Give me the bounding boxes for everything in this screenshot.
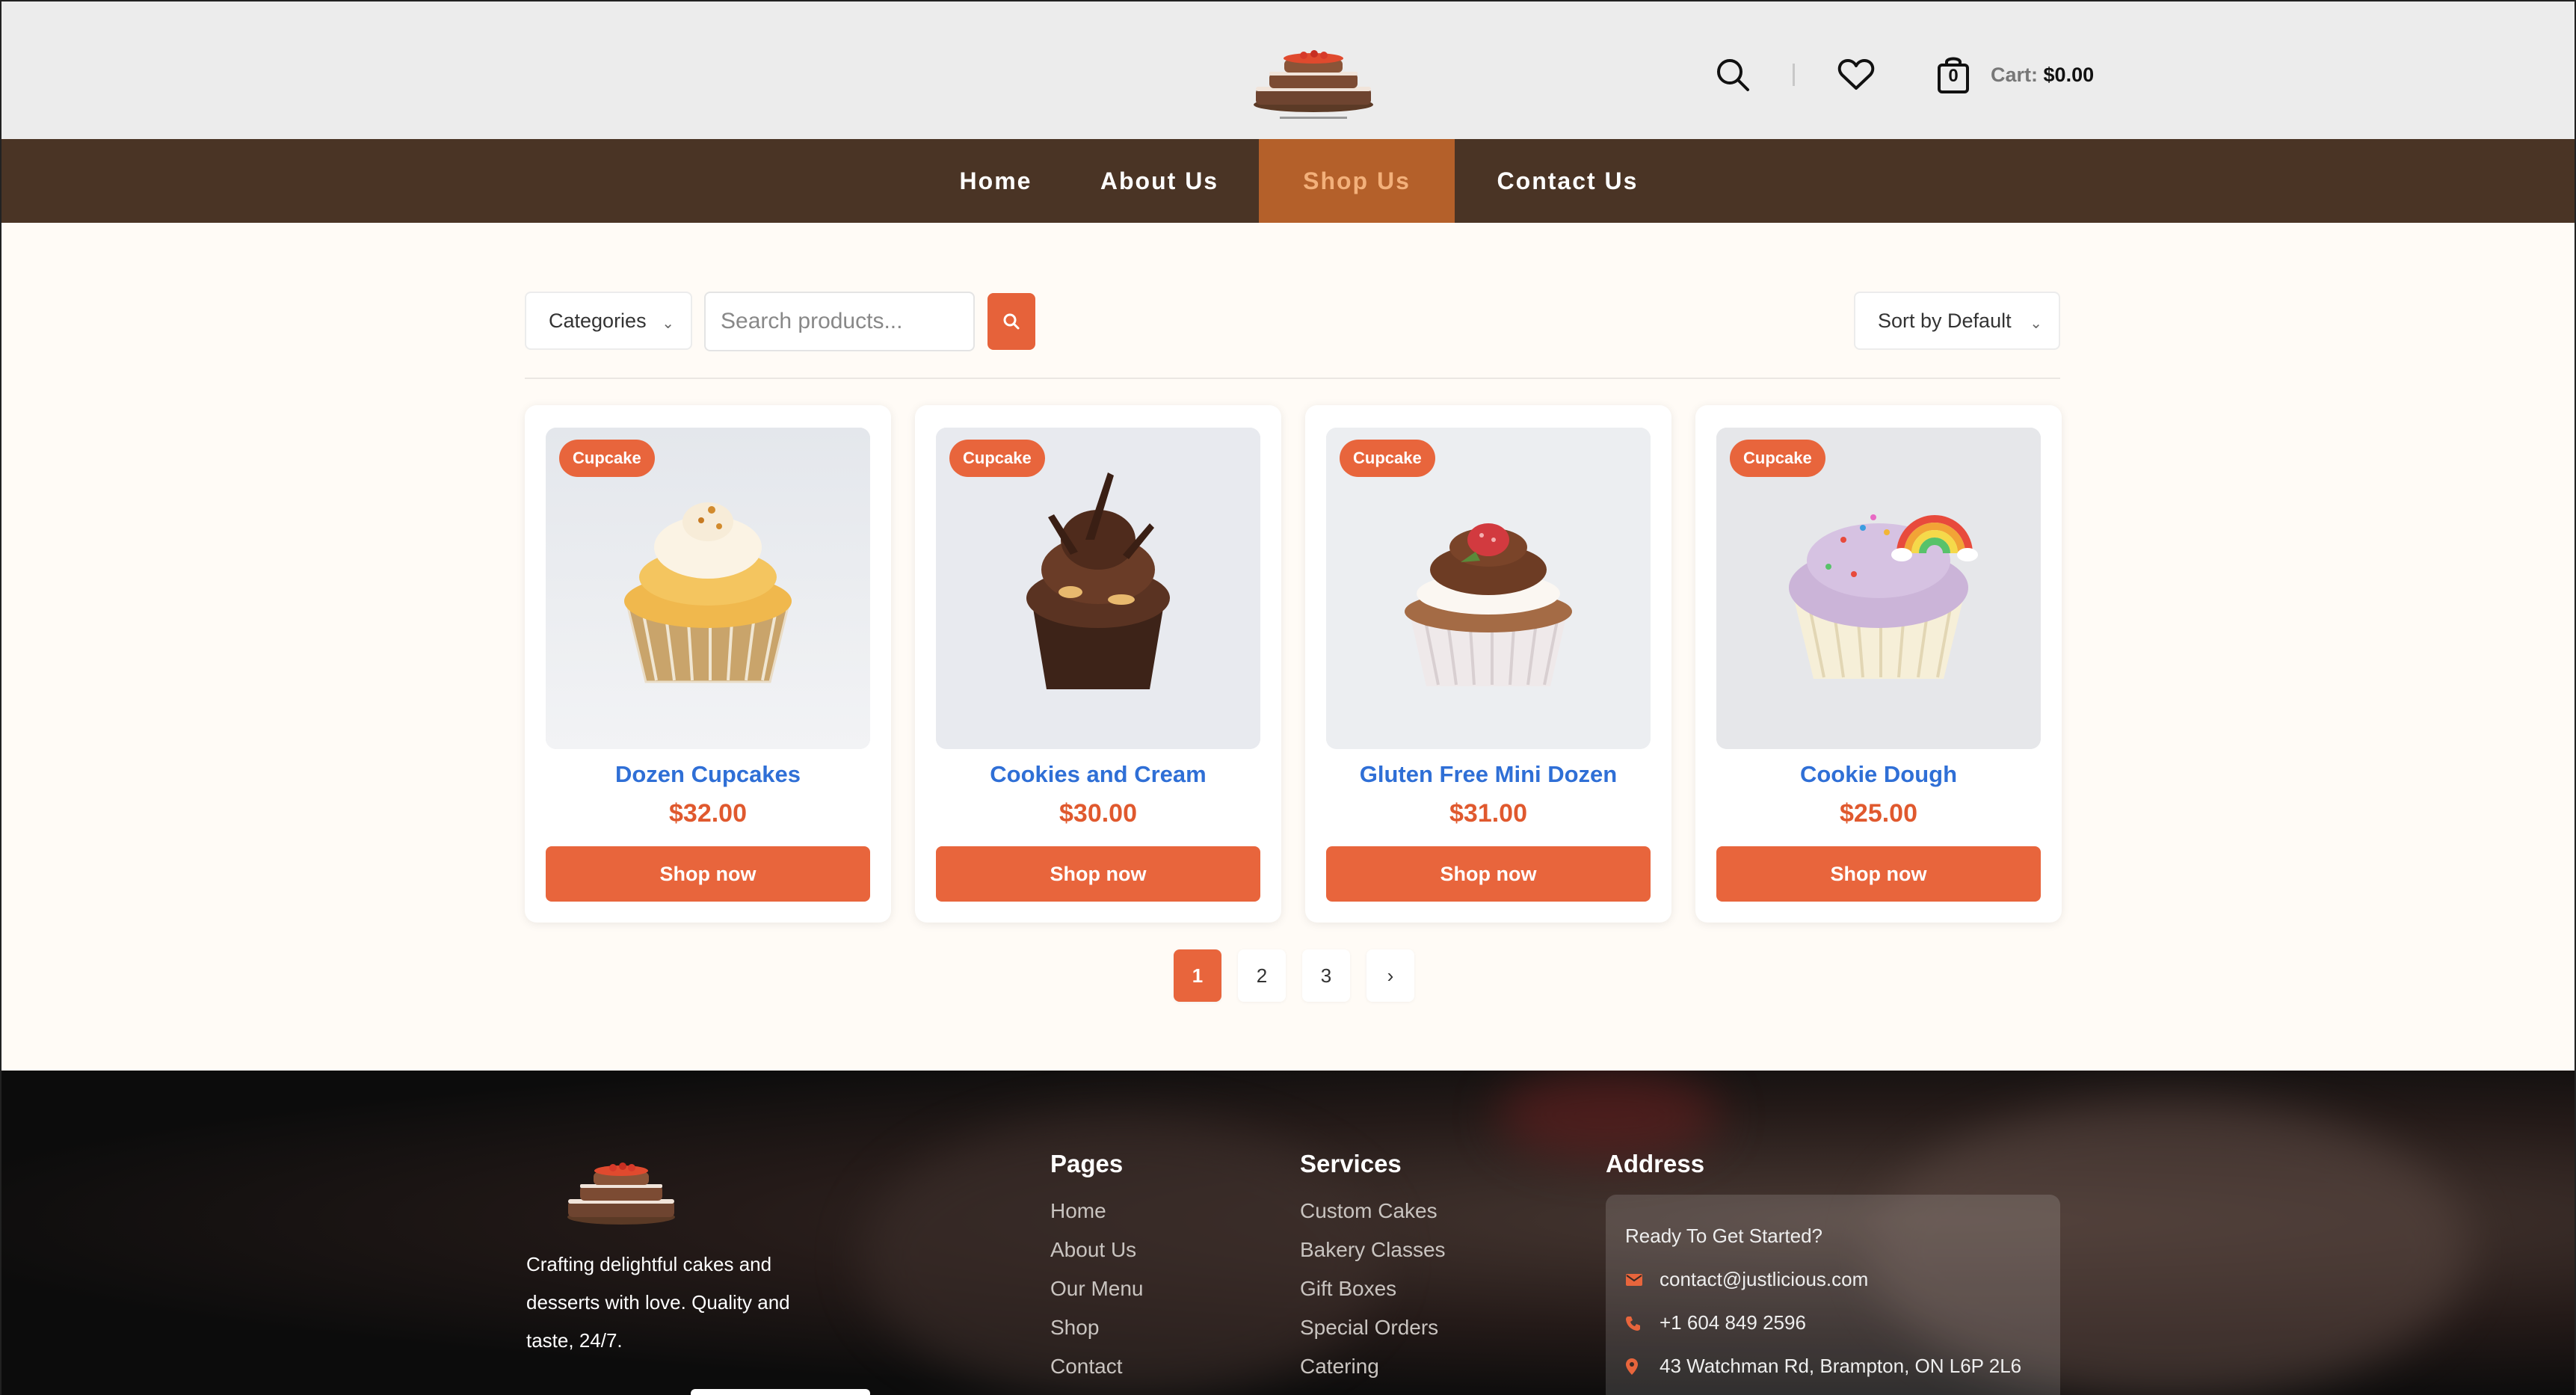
envelope-icon (1625, 1273, 1646, 1287)
product-price: $30.00 (1059, 799, 1137, 828)
product-price: $31.00 (1449, 799, 1527, 828)
categories-dropdown[interactable]: Categories ⌄ (525, 292, 692, 350)
contact-box: Ready To Get Started? contact@justliciou… (1606, 1195, 2060, 1395)
product-card: Cupcake Cookie Dough $25.00 Shop now (1695, 405, 2062, 923)
footer-link-custom-cakes[interactable]: Custom Cakes (1300, 1192, 1446, 1231)
product-image[interactable]: Cupcake (546, 428, 870, 749)
search-submit-button[interactable] (987, 293, 1035, 350)
product-image[interactable]: Cupcake (936, 428, 1260, 749)
shop-now-button[interactable]: Shop now (936, 846, 1260, 902)
product-card: Cupcake Gluten Free Mini Dozen $31.00 Sh… (1305, 405, 1671, 923)
sort-label: Sort by Default (1878, 309, 2012, 332)
chevron-down-icon: ⌄ (2030, 315, 2042, 332)
product-search-input[interactable] (704, 292, 975, 351)
cart-count: 0 (1948, 66, 1959, 86)
category-badge: Cupcake (1340, 440, 1435, 477)
nav-contact-us[interactable]: Contact Us (1455, 139, 1680, 223)
shop-now-button[interactable]: Shop now (546, 846, 870, 902)
pagination: 1 2 3 › (1174, 949, 1431, 1002)
chevron-down-icon: ⌄ (662, 315, 674, 332)
footer-address-column: Address (1606, 1150, 1704, 1192)
toolbar-divider (525, 378, 2060, 379)
footer-link-our-menu[interactable]: Our Menu (1050, 1269, 1144, 1308)
footer-bg-decoration (1497, 1071, 1721, 1160)
product-title[interactable]: Gluten Free Mini Dozen (1305, 761, 1671, 788)
product-image[interactable]: Cupcake (1326, 428, 1651, 749)
contact-email-row[interactable]: contact@justlicious.com (1625, 1268, 1868, 1291)
footer-pages-column: Pages Home About Us Our Menu Shop Contac… (1050, 1150, 1144, 1386)
shop-now-button[interactable]: Shop now (1326, 846, 1651, 902)
contact-location-row[interactable]: 43 Watchman Rd, Brampton, ON L6P 2L6 (1625, 1355, 2021, 1378)
footer-link-special-orders[interactable]: Special Orders (1300, 1308, 1446, 1347)
contact-phone: +1 604 849 2596 (1660, 1311, 1806, 1334)
cart-total: $0.00 (2043, 63, 2095, 86)
footer-link-shop[interactable]: Shop (1050, 1308, 1144, 1347)
cake-logo[interactable] (1250, 46, 1377, 124)
top-header: 0 Cart: $0.00 (1, 1, 2575, 139)
cart-summary[interactable]: Cart: $0.00 (1991, 64, 2094, 87)
shopping-bag-icon[interactable]: 0 (1926, 48, 1980, 102)
contact-intro: Ready To Get Started? (1625, 1225, 1823, 1247)
footer-link-about-us[interactable]: About Us (1050, 1231, 1144, 1269)
map-pin-icon (1625, 1358, 1646, 1376)
cart-label: Cart: (1991, 63, 2039, 86)
shop-toolbar: Categories ⌄ Sort by Default ⌄ (525, 292, 2060, 351)
contact-location: 43 Watchman Rd, Brampton, ON L6P 2L6 (1660, 1355, 2022, 1377)
footer-pages-title: Pages (1050, 1150, 1124, 1177)
contact-email: contact@justlicious.com (1660, 1268, 1869, 1290)
footer-link-contact[interactable]: Contact (1050, 1347, 1144, 1386)
product-image[interactable]: Cupcake (1716, 428, 2041, 749)
footer-services-title: Services (1300, 1150, 1402, 1177)
nav-shop-us[interactable]: Shop Us (1259, 139, 1455, 223)
product-title[interactable]: Dozen Cupcakes (525, 761, 891, 788)
search-icon[interactable] (1706, 48, 1760, 102)
phone-icon (1625, 1315, 1646, 1331)
footer-address-title: Address (1606, 1150, 1705, 1177)
nav-home[interactable]: Home (931, 139, 1060, 223)
footer-link-bakery-classes[interactable]: Bakery Classes (1300, 1231, 1446, 1269)
nav-about-us[interactable]: About Us (1060, 139, 1259, 223)
page-1-button[interactable]: 1 (1174, 949, 1221, 1002)
product-price: $32.00 (669, 799, 747, 828)
footer-about-text: Crafting delightful cakes and desserts w… (526, 1253, 790, 1352)
shop-now-button[interactable]: Shop now (1716, 846, 2041, 902)
category-badge: Cupcake (949, 440, 1045, 477)
next-page-button[interactable]: › (1366, 949, 1414, 1002)
main-navigation: Home About Us Shop Us Contact Us (1, 139, 2575, 223)
page-3-button[interactable]: 3 (1302, 949, 1350, 1002)
categories-label: Categories (549, 309, 647, 332)
sort-dropdown[interactable]: Sort by Default ⌄ (1854, 292, 2060, 350)
footer-link-gift-boxes[interactable]: Gift Boxes (1300, 1269, 1446, 1308)
heart-icon[interactable] (1829, 48, 1883, 102)
footer-link-catering[interactable]: Catering (1300, 1347, 1446, 1386)
contact-phone-row[interactable]: +1 604 849 2596 (1625, 1311, 1806, 1334)
product-title[interactable]: Cookies and Cream (915, 761, 1281, 788)
footer-cake-logo[interactable] (564, 1162, 679, 1231)
product-title[interactable]: Cookie Dough (1695, 761, 2062, 788)
category-badge: Cupcake (559, 440, 655, 477)
footer-link-home[interactable]: Home (1050, 1192, 1144, 1231)
footer-action-button[interactable] (691, 1389, 870, 1395)
product-card: Cupcake Cookies and Cream $30.00 Shop no… (915, 405, 1281, 923)
page-2-button[interactable]: 2 (1238, 949, 1286, 1002)
site-footer: Crafting delightful cakes and desserts w… (1, 1071, 2575, 1395)
search-icon (1003, 313, 1020, 330)
product-card: Cupcake Dozen Cupcakes $32.00 Shop now (525, 405, 891, 923)
footer-services-column: Services Custom Cakes Bakery Classes Gif… (1300, 1150, 1446, 1386)
category-badge: Cupcake (1730, 440, 1825, 477)
header-divider (1793, 64, 1795, 86)
product-price: $25.00 (1840, 799, 1917, 828)
